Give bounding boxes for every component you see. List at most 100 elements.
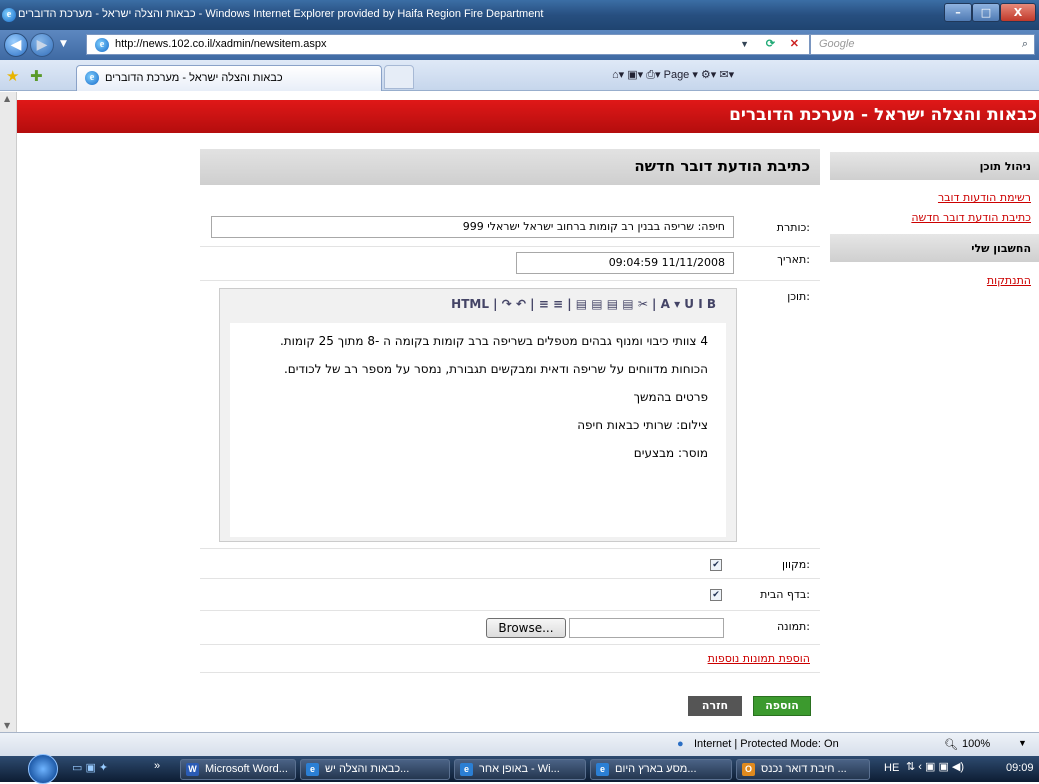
maximize-button[interactable]: □ xyxy=(972,3,1000,22)
date-label: תאריך: xyxy=(777,253,810,266)
taskbar-label: כבאות והצלה יש... xyxy=(325,763,410,775)
url-input[interactable]: e http://news.102.co.il/xadmin/newsitem.… xyxy=(86,34,810,55)
form-header: כתיבת הודעת דובר חדשה xyxy=(200,149,820,185)
globe-icon: ● xyxy=(677,738,684,750)
stop-icon[interactable]: ✕ xyxy=(790,35,799,54)
window-title: כבאות והצלה ישראל - מערכת הדוברים - Wind… xyxy=(18,8,544,20)
tab-row: ★ ✚ e כבאות והצלה ישראל - מערכת הדוברים … xyxy=(0,60,1039,91)
body-paragraph: צילום: שרותי כבאות חיפה xyxy=(577,418,708,432)
body-paragraph: מוסר: מבצעים xyxy=(633,446,708,460)
date-input[interactable]: 09:04:59 11/11/2008 xyxy=(516,252,734,274)
divider xyxy=(200,578,820,579)
back-button[interactable]: חזרה xyxy=(688,696,742,716)
sidebar-link-logout[interactable]: התנתקות xyxy=(830,274,1039,287)
sidebar-link-new[interactable]: כתיבת הודעת דובר חדשה xyxy=(830,211,1039,224)
editor-body[interactable]: 4 צוותי כיבוי ומנוף גבהים מטפלים בשריפה … xyxy=(230,323,726,537)
body-paragraph: פרטים בהמשך xyxy=(633,390,708,404)
new-tab-button[interactable] xyxy=(384,65,414,89)
divider xyxy=(200,610,820,611)
divider xyxy=(200,644,820,645)
taskbar-label: באופן אחר - Wi... xyxy=(479,763,560,775)
taskbar-item-ie2[interactable]: e באופן אחר - Wi... xyxy=(454,759,586,780)
home-icon[interactable]: ⌂▾ xyxy=(612,69,624,81)
tray-icons[interactable]: ⇅ ‹ ▣ ▣ ◀) xyxy=(906,760,964,773)
url-text: http://news.102.co.il/xadmin/newsitem.as… xyxy=(115,38,327,50)
back-arrow-icon[interactable]: ◀ xyxy=(4,33,28,57)
body-paragraph: 4 צוותי כיבוי ומנוף גבהים מטפלים בשריפה … xyxy=(279,334,708,348)
taskbar: ▭ ▣ ✦ » W Microsoft Word... e כבאות והצלה … xyxy=(0,754,1039,784)
site-banner: כבאות והצלה ישראל - מערכת הדוברים xyxy=(17,100,1039,133)
add-more-images-link[interactable]: הוספת תמונות נוספות xyxy=(560,652,810,665)
url-dropdown-icon[interactable]: ▼ xyxy=(740,35,749,54)
recent-pages-icon[interactable]: ▼ xyxy=(60,39,67,49)
close-button[interactable]: X xyxy=(1000,3,1036,22)
sidebar-link-list[interactable]: רשימת הודעות דובר xyxy=(830,191,1039,204)
taskbar-label: מסע בארץ היום... xyxy=(615,763,697,775)
editor-toolbar[interactable]: HTML | ↷ ↶ | ≡ ≡ | ▤ ▤ ▤ ▤ ✂ | A ▾ U I B xyxy=(228,293,728,315)
add-button[interactable]: הוספה xyxy=(753,696,811,716)
zoom-dropdown-icon[interactable]: ▼ xyxy=(1018,738,1027,748)
banner-title: כבאות והצלה ישראל - מערכת הדוברים xyxy=(729,105,1037,125)
taskbar-item-outlook[interactable]: O חיבת דואר נכנס ... xyxy=(736,759,870,780)
divider xyxy=(200,548,820,549)
tab-label: כבאות והצלה ישראל - מערכת הדוברים xyxy=(105,72,283,84)
online-label: מקוון: xyxy=(782,558,810,571)
chevron-icon[interactable]: » xyxy=(154,760,160,772)
tab-ie-icon: e xyxy=(85,71,99,85)
search-input[interactable]: Google ⌕ xyxy=(810,34,1035,55)
start-button[interactable] xyxy=(28,754,58,784)
search-placeholder: Google xyxy=(819,38,855,50)
scroll-down-icon[interactable]: ▼ xyxy=(4,721,10,730)
online-checkbox[interactable]: ✔ xyxy=(710,559,722,571)
favorites-star-icon[interactable]: ★ xyxy=(6,67,19,85)
divider xyxy=(200,672,820,673)
taskbar-label: חיבת דואר נכנס ... xyxy=(761,763,847,775)
command-bar[interactable]: ⌂▾ ▣▾ ⎙▾ Page ▾ ⚙▾ ✉▾ xyxy=(612,68,1037,86)
homepage-label: בדף הבית: xyxy=(760,588,810,601)
browse-button[interactable]: Browse... xyxy=(486,618,566,638)
homepage-checkbox[interactable]: ✔ xyxy=(710,589,722,601)
scroll-up-icon[interactable]: ▲ xyxy=(4,94,10,103)
taskbar-item-ie3[interactable]: e מסע בארץ היום... xyxy=(590,759,732,780)
divider xyxy=(200,280,820,281)
zoom-icon[interactable]: 🔍︎ xyxy=(944,738,958,751)
window-title-bar[interactable]: e כבאות והצלה ישראל - מערכת הדוברים - Wi… xyxy=(0,0,1039,30)
taskbar-label: Microsoft Word... xyxy=(205,763,288,775)
print-icon[interactable]: ⎙▾ xyxy=(646,69,660,81)
title-input[interactable]: חיפה: שריפה בבנין רב קומות ברחוב ישראל י… xyxy=(211,216,734,238)
language-indicator[interactable]: HE xyxy=(884,762,899,774)
vertical-scrollbar[interactable]: ▲ ▼ xyxy=(0,92,17,732)
divider xyxy=(200,246,820,247)
forward-arrow-icon[interactable]: ▶ xyxy=(30,33,54,57)
page-icon: e xyxy=(95,38,109,52)
ie-icon: e xyxy=(460,763,473,776)
ie-icon: e xyxy=(2,8,16,22)
ie-icon: e xyxy=(306,763,319,776)
title-label: כותרת: xyxy=(776,221,810,234)
refresh-icon[interactable]: ⟳ xyxy=(766,35,775,54)
feeds-icon[interactable]: ▣▾ xyxy=(627,69,643,81)
word-icon: W xyxy=(186,763,199,776)
tab-active[interactable]: e כבאות והצלה ישראל - מערכת הדוברים xyxy=(76,65,382,91)
taskbar-item-ie1[interactable]: e כבאות והצלה יש... xyxy=(300,759,450,780)
zone-text: Internet | Protected Mode: On xyxy=(694,738,839,750)
taskbar-item-word[interactable]: W Microsoft Word... xyxy=(180,759,296,780)
page-menu[interactable]: Page ▾ ⚙▾ ✉▾ xyxy=(664,69,735,81)
zoom-level[interactable]: 100% xyxy=(962,738,990,750)
body-paragraph: הכוחות מדווחים על שריפה ודאית ומבקשים תג… xyxy=(283,362,708,376)
search-icon[interactable]: ⌕ xyxy=(1022,35,1028,54)
address-bar: ◀ ▶ ▼ e http://news.102.co.il/xadmin/new… xyxy=(0,30,1039,60)
quick-launch-icon[interactable]: ▭ ▣ ✦ xyxy=(72,761,108,774)
sidebar-account-head: החשבון שלי xyxy=(830,234,1039,262)
clock: 09:09 xyxy=(1006,762,1034,774)
image-label: תמונה: xyxy=(776,620,810,633)
add-favorites-icon[interactable]: ✚ xyxy=(30,67,43,85)
rich-text-editor: HTML | ↷ ↶ | ≡ ≡ | ▤ ▤ ▤ ▤ ✂ | A ▾ U I B… xyxy=(219,288,737,542)
outlook-icon: O xyxy=(742,763,755,776)
status-bar: ● Internet | Protected Mode: On 🔍︎ 100% … xyxy=(0,732,1039,756)
page-viewport: כבאות והצלה ישראל - מערכת הדוברים ניהול … xyxy=(0,92,1039,732)
form-heading: כתיבת הודעת דובר חדשה xyxy=(634,157,810,175)
minimize-button[interactable]: – xyxy=(944,3,972,22)
image-file-input[interactable] xyxy=(569,618,724,638)
content-label: תוכן: xyxy=(787,290,810,303)
